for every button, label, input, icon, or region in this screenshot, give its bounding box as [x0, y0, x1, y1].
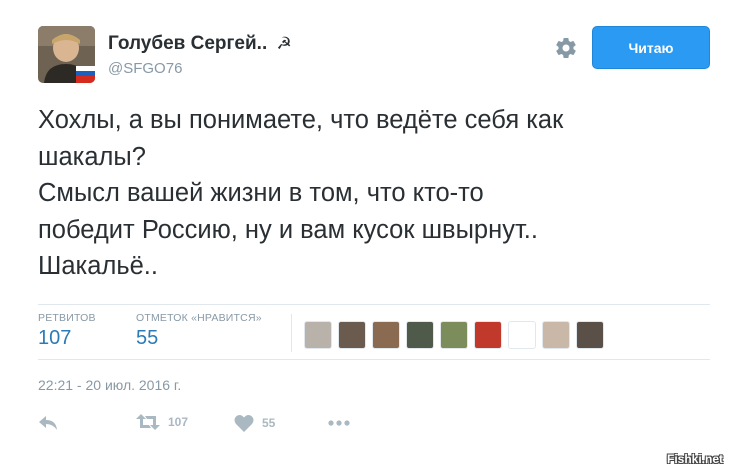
following-button[interactable]: Читаю [592, 26, 710, 69]
user-name[interactable]: Голубев Сергей.. ☭ [108, 33, 292, 55]
retweets-value: 107 [38, 327, 72, 349]
retweets-stat[interactable]: РЕТВИТОВ 107 [38, 312, 96, 350]
like-count: 55 [262, 416, 276, 430]
reply-icon [39, 416, 57, 430]
heart-icon [234, 414, 254, 432]
likes-label: ОТМЕТОК «НРАВИТСЯ» [136, 312, 262, 324]
tweet-line: шакалы? [38, 142, 146, 171]
liker-avatar[interactable] [542, 321, 570, 349]
liker-avatar[interactable] [508, 321, 536, 349]
tweet-timestamp[interactable]: 22:21 - 20 июл. 2016 г. [38, 377, 181, 393]
retweet-button[interactable]: 107 [136, 414, 188, 430]
tweet-stats: РЕТВИТОВ 107 ОТМЕТОК «НРАВИТСЯ» 55 [38, 304, 710, 360]
liker-avatar[interactable] [576, 321, 604, 349]
retweet-icon [136, 414, 160, 430]
likes-value: 55 [136, 327, 159, 349]
more-button[interactable] [328, 420, 350, 426]
liker-avatar[interactable] [338, 321, 366, 349]
tweet-line: Хохлы, а вы понимаете, что ведёте себя к… [38, 106, 564, 134]
avatar-image [38, 26, 95, 83]
tweet-line: Смысл вашей жизни в том, что кто-то [38, 179, 484, 207]
liker-avatars [304, 321, 610, 349]
liker-avatar[interactable] [304, 321, 332, 349]
liker-avatar[interactable] [440, 321, 468, 349]
gear-icon[interactable] [554, 36, 578, 60]
user-name-text: Голубев Сергей.. [108, 33, 268, 54]
liker-avatar[interactable] [372, 321, 400, 349]
watermark: Fishki.net [666, 452, 723, 466]
tweet-line: Шакальё.. [38, 252, 158, 280]
liker-avatar[interactable] [406, 321, 434, 349]
avatar[interactable] [38, 26, 95, 83]
liker-avatar[interactable] [474, 321, 502, 349]
more-dots-icon [328, 420, 350, 426]
like-button[interactable]: 55 [234, 414, 275, 432]
reply-button[interactable] [38, 414, 60, 432]
tweet-actions: 107 55 [38, 414, 438, 438]
likes-stat[interactable]: ОТМЕТОК «НРАВИТСЯ» 55 [136, 312, 262, 350]
tweet-line: победит Россию, ну и вам кусок швырнут.. [38, 215, 538, 244]
user-handle[interactable]: @SFGO76 [108, 60, 182, 77]
retweet-count: 107 [168, 415, 189, 429]
hammer-sickle-icon: ☭ [276, 34, 292, 53]
tweet-text: Хохлы, а вы понимаете, что ведёте себя к… [38, 102, 710, 285]
stats-divider [291, 314, 292, 352]
retweets-label: РЕТВИТОВ [38, 312, 96, 324]
